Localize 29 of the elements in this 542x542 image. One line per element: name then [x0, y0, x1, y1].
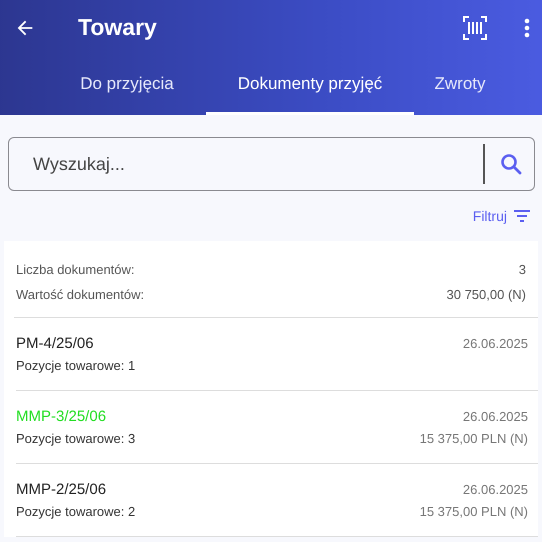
- search-icon[interactable]: [499, 152, 523, 176]
- summary-value: 30 750,00 (N): [446, 287, 526, 302]
- barcode-scan-icon: [462, 14, 488, 40]
- summary-label: Wartość dokumentów:: [16, 287, 144, 302]
- document-number: PM-4/25/06: [16, 334, 94, 352]
- item-count: Pozycje towarowe: 3: [16, 430, 136, 446]
- more-icon: [524, 18, 530, 38]
- item-count: Pozycje towarowe: 1: [16, 358, 136, 372]
- document-item[interactable]: PM-4/25/06 26.06.2025 Pozycje towarowe: 1: [16, 318, 538, 391]
- more-menu-button[interactable]: [522, 16, 532, 40]
- document-item[interactable]: MMP-3/25/06 26.06.2025 Pozycje towarowe: 3 15 375,00 PLN (N): [16, 391, 538, 464]
- tab[interactable]: Dokumenty przyjęć: [206, 55, 414, 115]
- search-field[interactable]: Wyszukaj...: [8, 137, 535, 191]
- document-date: 26.06.2025: [462, 408, 528, 424]
- tab[interactable]: Do przyjęcia: [48, 55, 206, 115]
- document-date: 26.06.2025: [462, 336, 528, 350]
- document-date: 26.06.2025: [462, 482, 528, 496]
- item-count: Pozycje towarowe: 2: [16, 504, 136, 518]
- summary-label: Liczba dokumentów:: [16, 262, 135, 277]
- tab[interactable]: Zwroty: [414, 55, 506, 115]
- filter-icon: [514, 209, 530, 223]
- document-item[interactable]: MMP-2/25/06 26.06.2025 Pozycje towarowe: 2 15 375,00 PLN (N): [16, 464, 538, 537]
- document-value: 15 375,00 PLN (N): [420, 430, 528, 446]
- filter-button[interactable]: Filtruj: [464, 208, 538, 224]
- screen-title: Towary: [78, 14, 157, 41]
- document-number: MMP-2/25/06: [16, 480, 106, 498]
- document-value: 15 375,00 PLN (N): [420, 504, 528, 518]
- document-number: MMP-3/25/06: [16, 408, 106, 424]
- summary-value: 3: [518, 262, 526, 277]
